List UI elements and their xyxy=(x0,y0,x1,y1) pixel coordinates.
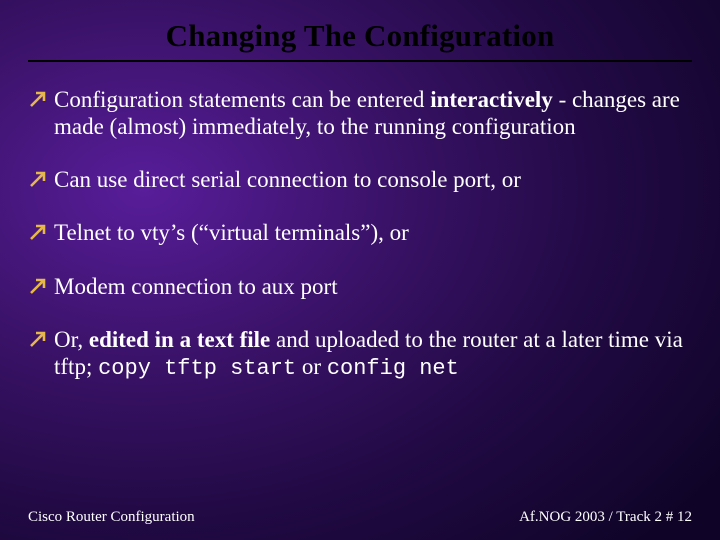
bullet-text-segment: interactively xyxy=(430,87,553,112)
bullet-arrow-icon xyxy=(28,222,50,244)
bullet-arrow-icon xyxy=(28,276,50,298)
footer: Cisco Router Configuration Af.NOG 2003 /… xyxy=(28,509,692,526)
bullet-arrow-icon xyxy=(28,329,50,351)
bullet-text-segment: or xyxy=(296,354,327,379)
bullet-text-segment: Can use direct serial connection to cons… xyxy=(54,167,521,192)
bullet-item: Modem connection to aux port xyxy=(28,273,692,300)
bullet-text-segment: Telnet to vty’s (“virtual terminals”), o… xyxy=(54,220,409,245)
bullet-text-segment: Configuration statements can be entered xyxy=(54,87,430,112)
bullet-item: Can use direct serial connection to cons… xyxy=(28,166,692,193)
bullet-arrow-icon xyxy=(28,89,50,111)
bullet-text-segment: Modem connection to aux port xyxy=(54,274,338,299)
slide-title: Changing The Configuration xyxy=(28,18,692,62)
bullet-item: Or, edited in a text file and uploaded t… xyxy=(28,326,692,382)
bullet-text-segment: edited in a text file xyxy=(89,327,270,352)
bullet-item: Configuration statements can be entered … xyxy=(28,86,692,140)
slide: Changing The Configuration Configuration… xyxy=(0,0,720,540)
bullet-arrow-icon xyxy=(28,169,50,191)
bullet-text-segment: Or, xyxy=(54,327,89,352)
bullet-text-segment: config net xyxy=(327,356,459,381)
footer-right: Af.NOG 2003 / Track 2 # 12 xyxy=(519,509,692,526)
footer-left: Cisco Router Configuration xyxy=(28,509,195,526)
bullet-item: Telnet to vty’s (“virtual terminals”), o… xyxy=(28,219,692,246)
bullet-text-segment: copy tftp start xyxy=(98,356,296,381)
bullet-list: Configuration statements can be entered … xyxy=(28,86,692,382)
